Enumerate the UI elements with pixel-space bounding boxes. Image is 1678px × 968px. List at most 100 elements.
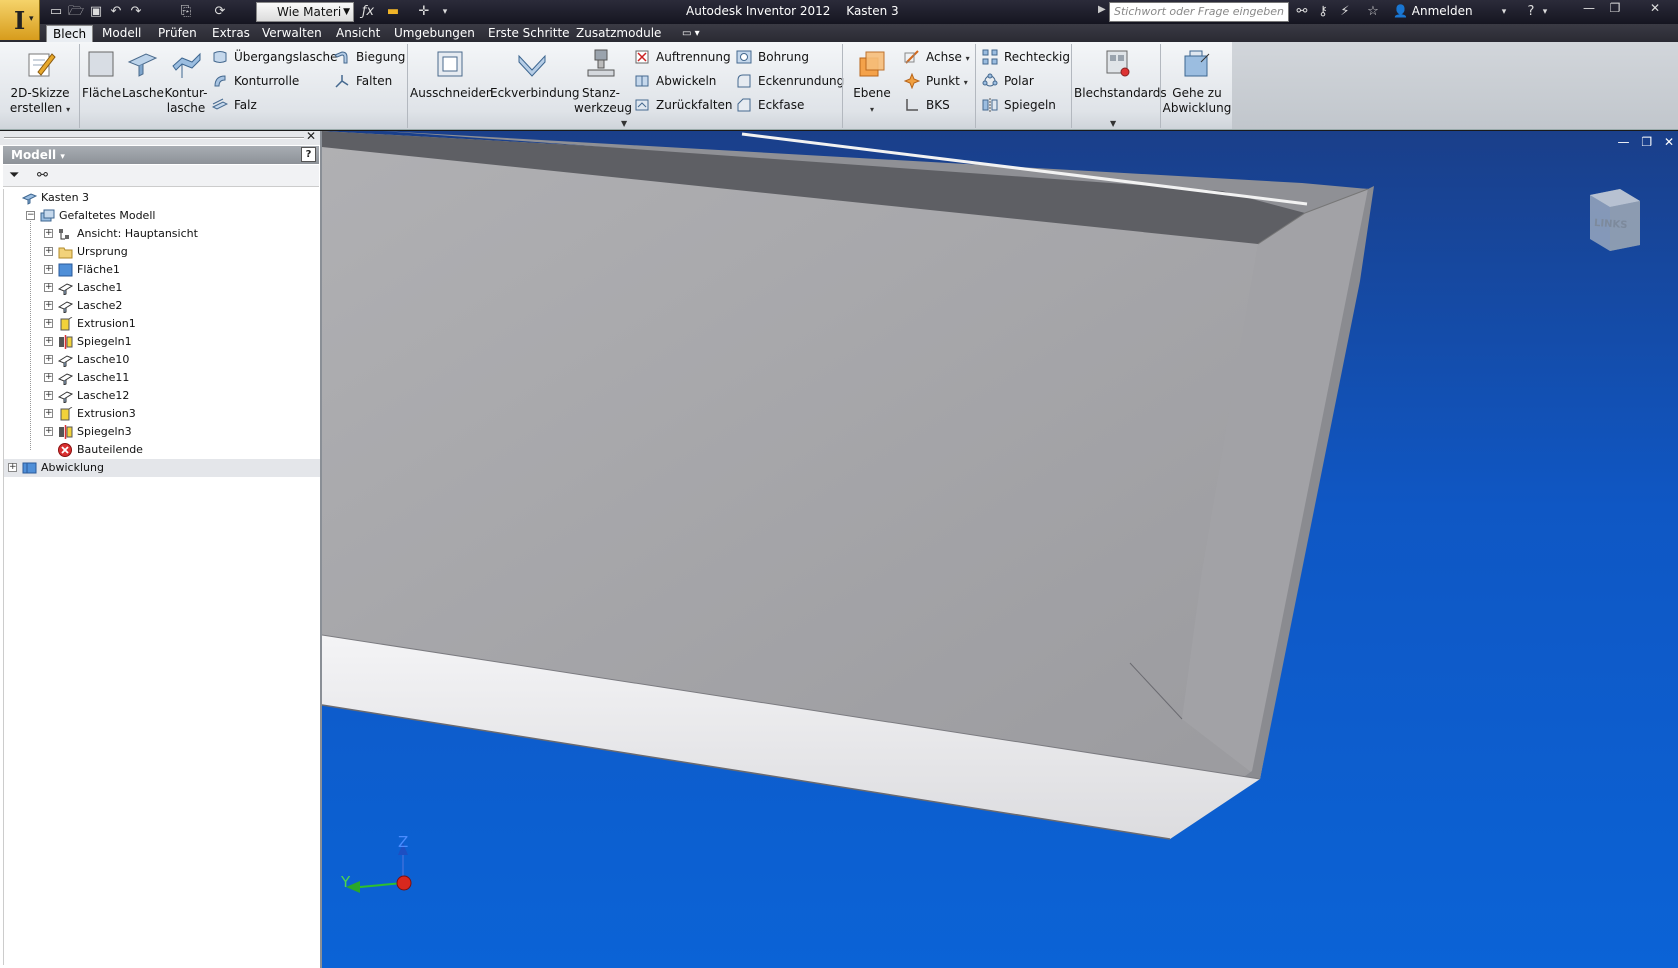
- hem-button[interactable]: Falz: [212, 96, 257, 114]
- collapse-node-icon[interactable]: −: [26, 211, 35, 220]
- subscription-key-icon[interactable]: ⚷: [1314, 3, 1332, 21]
- help-icon[interactable]: ?: [1522, 3, 1540, 21]
- expand-node-icon[interactable]: +: [8, 463, 17, 472]
- tree-node[interactable]: Kasten 3: [4, 189, 320, 207]
- tree-node[interactable]: + Lasche12: [4, 387, 320, 405]
- binoculars-icon[interactable]: ⚯: [1293, 3, 1311, 21]
- expand-node-icon[interactable]: +: [44, 229, 53, 238]
- close-icon[interactable]: ✕: [306, 129, 316, 143]
- tab-modell[interactable]: Modell: [96, 25, 147, 42]
- contour-flange-button[interactable]: Kontur- lasche: [164, 48, 208, 116]
- expand-node-icon[interactable]: +: [44, 373, 53, 382]
- tree-node[interactable]: + Lasche10: [4, 351, 320, 369]
- redo-icon[interactable]: ↷: [126, 3, 146, 21]
- expand-node-icon[interactable]: +: [44, 283, 53, 292]
- expand-node-icon[interactable]: +: [44, 319, 53, 328]
- tab-erste-schritte[interactable]: Erste Schritte: [482, 25, 576, 42]
- tree-node[interactable]: + Spiegeln3: [4, 423, 320, 441]
- close-document-icon[interactable]: ✕: [1664, 135, 1674, 149]
- go-to-flat-pattern-button[interactable]: Gehe zu Abwicklung: [1162, 48, 1232, 116]
- parameters-icon[interactable]: ƒx: [358, 3, 378, 21]
- contour-roll-button[interactable]: Konturrolle: [212, 72, 299, 90]
- refold-button[interactable]: Zurückfalten: [634, 96, 733, 114]
- transition-flange-button[interactable]: Übergangslasche: [212, 48, 337, 66]
- tree-node[interactable]: + Fläche1: [4, 261, 320, 279]
- tab-ansicht[interactable]: Ansicht: [330, 25, 386, 42]
- tab-verwalten[interactable]: Verwalten: [256, 25, 328, 42]
- expand-node-icon[interactable]: +: [44, 427, 53, 436]
- setup-panel-expand-icon[interactable]: ▼: [1110, 119, 1116, 128]
- rectangular-pattern-button[interactable]: Rechteckig: [982, 48, 1070, 66]
- tab-extras[interactable]: Extras: [206, 25, 256, 42]
- restore-window-button[interactable]: ❐: [1602, 0, 1628, 17]
- tree-node[interactable]: − Gefaltetes Modell: [4, 207, 320, 225]
- sign-in-link[interactable]: 👤 Anmelden: [1393, 4, 1473, 18]
- corner-chamfer-button[interactable]: Eckfase: [736, 96, 804, 114]
- face-button[interactable]: Fläche: [82, 48, 121, 101]
- tree-node[interactable]: + Lasche1: [4, 279, 320, 297]
- restore-document-icon[interactable]: ❐: [1641, 135, 1652, 149]
- viewcube[interactable]: LINKS: [1584, 185, 1640, 251]
- update-icon[interactable]: ⟳: [210, 3, 230, 21]
- corner-seam-button[interactable]: Eckverbindung: [490, 48, 580, 101]
- communication-center-icon[interactable]: ⚡: [1336, 3, 1354, 21]
- expand-node-icon[interactable]: +: [44, 409, 53, 418]
- undo-icon[interactable]: ↶: [106, 3, 126, 21]
- browser-drag-handle[interactable]: [4, 137, 304, 139]
- browser-help-button[interactable]: ?: [301, 147, 316, 162]
- find-binoculars-icon[interactable]: ⚯: [37, 168, 48, 183]
- axis-button[interactable]: Achse ▾: [904, 48, 970, 66]
- application-menu-button[interactable]: I ▾: [0, 0, 40, 40]
- expand-node-icon[interactable]: +: [44, 265, 53, 274]
- expand-node-icon[interactable]: +: [44, 337, 53, 346]
- tree-node[interactable]: + Ansicht: Hauptansicht: [4, 225, 320, 243]
- return-icon[interactable]: ⎘: [176, 3, 196, 21]
- help-dropdown-icon[interactable]: ▾: [1540, 3, 1550, 21]
- tree-node[interactable]: + Abwicklung: [4, 459, 320, 477]
- material-select[interactable]: Wie Materi ▼: [256, 2, 354, 22]
- save-icon[interactable]: ▣: [86, 3, 106, 21]
- ucs-button[interactable]: BKS: [904, 96, 950, 114]
- tree-node[interactable]: Bauteilende: [4, 441, 320, 459]
- tree-node[interactable]: + Extrusion1: [4, 315, 320, 333]
- rip-button[interactable]: Auftrennung: [634, 48, 731, 66]
- mirror-button[interactable]: Spiegeln: [982, 96, 1056, 114]
- tree-node[interactable]: + Extrusion3: [4, 405, 320, 423]
- cut-button[interactable]: Ausschneiden: [410, 48, 493, 101]
- expand-node-icon[interactable]: +: [44, 391, 53, 400]
- minimize-document-icon[interactable]: —: [1618, 135, 1630, 149]
- bend-button[interactable]: Biegung: [334, 48, 405, 66]
- filter-icon[interactable]: ⏷: [9, 168, 19, 183]
- tab-zusatzmodule[interactable]: Zusatzmodule: [570, 25, 667, 42]
- point-button[interactable]: Punkt ▾: [904, 72, 968, 90]
- modify-panel-expand-icon[interactable]: ▼: [621, 119, 627, 128]
- sheet-metal-defaults-button[interactable]: Blechstandards: [1074, 48, 1167, 101]
- favorites-star-icon[interactable]: ☆: [1364, 3, 1382, 21]
- unfold-button[interactable]: Abwickeln: [634, 72, 716, 90]
- help-search-input[interactable]: Stichwort oder Frage eingeben: [1109, 2, 1289, 22]
- fold-button[interactable]: Falten: [334, 72, 392, 90]
- tree-node[interactable]: + Lasche11: [4, 369, 320, 387]
- expand-node-icon[interactable]: +: [44, 301, 53, 310]
- chevron-down-icon[interactable]: ▾: [1498, 3, 1510, 21]
- close-window-button[interactable]: ✕: [1640, 0, 1670, 17]
- open-file-icon[interactable]: 🗁: [66, 3, 86, 21]
- tab-blech[interactable]: Blech: [46, 25, 94, 42]
- circular-pattern-button[interactable]: Polar: [982, 72, 1034, 90]
- graphics-viewport[interactable]: — ❐ ✕ LINKS Z Y: [322, 131, 1678, 968]
- create-2d-sketch-button[interactable]: 2D-Skizze erstellen ▾: [8, 48, 72, 117]
- tree-node[interactable]: + Lasche2: [4, 297, 320, 315]
- browser-title-strip[interactable]: ✕: [0, 129, 320, 145]
- tree-node[interactable]: + Ursprung: [4, 243, 320, 261]
- plane-button[interactable]: Ebene ▾: [848, 48, 896, 117]
- measure-icon[interactable]: ▬: [382, 3, 404, 21]
- new-file-icon[interactable]: ▭: [46, 3, 66, 21]
- corner-round-button[interactable]: Eckenrundung: [736, 72, 844, 90]
- hole-button[interactable]: Bohrung: [736, 48, 809, 66]
- expand-search-icon[interactable]: ▶: [1098, 4, 1106, 15]
- punch-tool-button[interactable]: Stanz- werkzeug: [574, 48, 632, 116]
- browser-header[interactable]: Modell ▾ ?: [3, 146, 319, 164]
- expand-node-icon[interactable]: +: [44, 247, 53, 256]
- customize-quickaccess-icon[interactable]: ▾: [440, 3, 450, 21]
- flange-button[interactable]: Lasche: [122, 48, 164, 101]
